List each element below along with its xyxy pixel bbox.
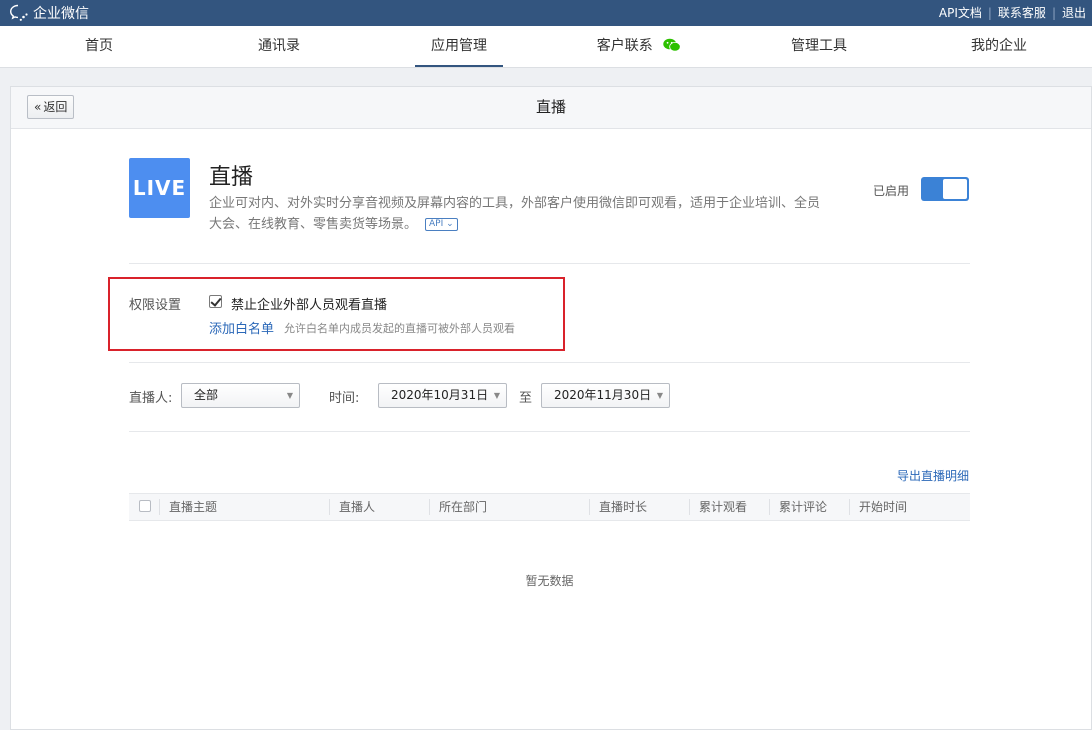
streamer-select[interactable]: 全部 ▼ xyxy=(181,383,300,408)
live-app-icon: LIVE xyxy=(129,158,190,218)
select-all-checkbox[interactable] xyxy=(139,500,151,512)
dropdown-arrow-icon: ▼ xyxy=(656,391,663,400)
column-header-total-views[interactable]: 累计观看 xyxy=(699,494,747,520)
logout-link[interactable]: 退出 xyxy=(1062,4,1086,21)
separator: | xyxy=(1051,5,1056,20)
streamer-select-value: 全部 xyxy=(194,388,219,402)
permission-label: 权限设置 xyxy=(129,298,182,313)
column-separator xyxy=(429,499,430,515)
brand-logo[interactable]: 企业微信 xyxy=(9,3,89,23)
add-whitelist-link[interactable]: 添加白名单 xyxy=(209,318,274,337)
toggle-knob xyxy=(943,179,967,199)
start-date-value: 2020年10月31日 xyxy=(391,388,489,402)
column-separator xyxy=(849,499,850,515)
app-name: 直播 xyxy=(209,165,254,190)
empty-state-text: 暂无数据 xyxy=(525,574,574,588)
nav-customer-contact-label: 客户联系 xyxy=(596,38,653,54)
highlight-box xyxy=(108,277,565,351)
streamer-label: 直播人: xyxy=(129,391,173,406)
app-detail-card: 直播 « 返回 LIVE 直播 企业可对内、对外实时分享音视频及屏幕内容的工具，… xyxy=(10,86,1092,730)
app-description-text: 企业可对内、对外实时分享音视频及屏幕内容的工具，外部客户使用微信即可观看，适用于… xyxy=(209,196,821,232)
divider xyxy=(129,362,970,363)
column-header-total-comments[interactable]: 累计评论 xyxy=(779,494,827,520)
export-live-details-link[interactable]: 导出直播明细 xyxy=(897,467,969,484)
contact-support-link[interactable]: 联系客服 xyxy=(998,4,1046,21)
api-dropdown-badge[interactable]: API ⌄ xyxy=(425,218,458,231)
table-header: 直播主题 直播人 所在部门 直播时长 累计观看 累计评论 开始时间 xyxy=(129,493,970,521)
api-docs-link[interactable]: API文档 xyxy=(939,4,982,21)
column-separator xyxy=(589,499,590,515)
nav-contacts[interactable]: 通讯录 xyxy=(258,26,300,67)
divider xyxy=(129,431,970,432)
nav-home[interactable]: 首页 xyxy=(85,26,113,67)
nav-my-company[interactable]: 我的企业 xyxy=(971,26,1027,67)
column-header-department[interactable]: 所在部门 xyxy=(439,494,487,520)
status-label: 已启用 xyxy=(873,184,910,198)
to-label: 至 xyxy=(519,391,533,406)
nav-customer-contact[interactable]: 客户联系 xyxy=(596,26,682,67)
back-button[interactable]: « 返回 xyxy=(27,95,75,119)
top-bar: 企业微信 API文档 | 联系客服 | 退出 xyxy=(0,0,1092,26)
column-header-start-time[interactable]: 开始时间 xyxy=(859,494,907,520)
enable-toggle[interactable] xyxy=(921,177,969,201)
end-date-select[interactable]: 2020年11月30日 ▼ xyxy=(541,383,670,408)
column-separator xyxy=(769,499,770,515)
dropdown-arrow-icon: ▼ xyxy=(493,391,500,400)
nav-app-management[interactable]: 应用管理 xyxy=(415,26,503,67)
back-button-label: 返回 xyxy=(43,100,68,114)
nav-management-tools[interactable]: 管理工具 xyxy=(791,26,847,67)
wechat-icon xyxy=(663,38,682,52)
card-header: 直播 « 返回 xyxy=(11,87,1091,129)
end-date-value: 2020年11月30日 xyxy=(554,388,652,402)
page-title: 直播 xyxy=(535,98,566,116)
api-badge-label: API xyxy=(429,219,444,229)
block-external-label: 禁止企业外部人员观看直播 xyxy=(231,298,388,313)
app-description: 企业可对内、对外实时分享音视频及屏幕内容的工具，外部客户使用微信即可观看，适用于… xyxy=(209,193,829,235)
double-chevron-left-icon: « xyxy=(34,100,42,114)
column-separator xyxy=(159,499,160,515)
time-label: 时间: xyxy=(329,391,360,406)
column-header-streamer[interactable]: 直播人 xyxy=(339,494,375,520)
column-header-topic[interactable]: 直播主题 xyxy=(169,494,217,520)
separator: | xyxy=(987,5,992,20)
dropdown-arrow-icon: ▼ xyxy=(286,391,293,400)
column-separator xyxy=(689,499,690,515)
divider xyxy=(129,263,970,264)
start-date-select[interactable]: 2020年10月31日 ▼ xyxy=(378,383,507,408)
column-separator xyxy=(329,499,330,515)
main-nav: 首页 通讯录 应用管理 客户联系 管理工具 我的企业 xyxy=(0,26,1092,68)
wework-logo-icon xyxy=(9,4,28,21)
brand-name: 企业微信 xyxy=(33,6,89,22)
whitelist-hint: 允许白名单内成员发起的直播可被外部人员观看 xyxy=(284,322,515,335)
block-external-checkbox[interactable] xyxy=(209,295,222,308)
column-header-duration[interactable]: 直播时长 xyxy=(599,494,647,520)
